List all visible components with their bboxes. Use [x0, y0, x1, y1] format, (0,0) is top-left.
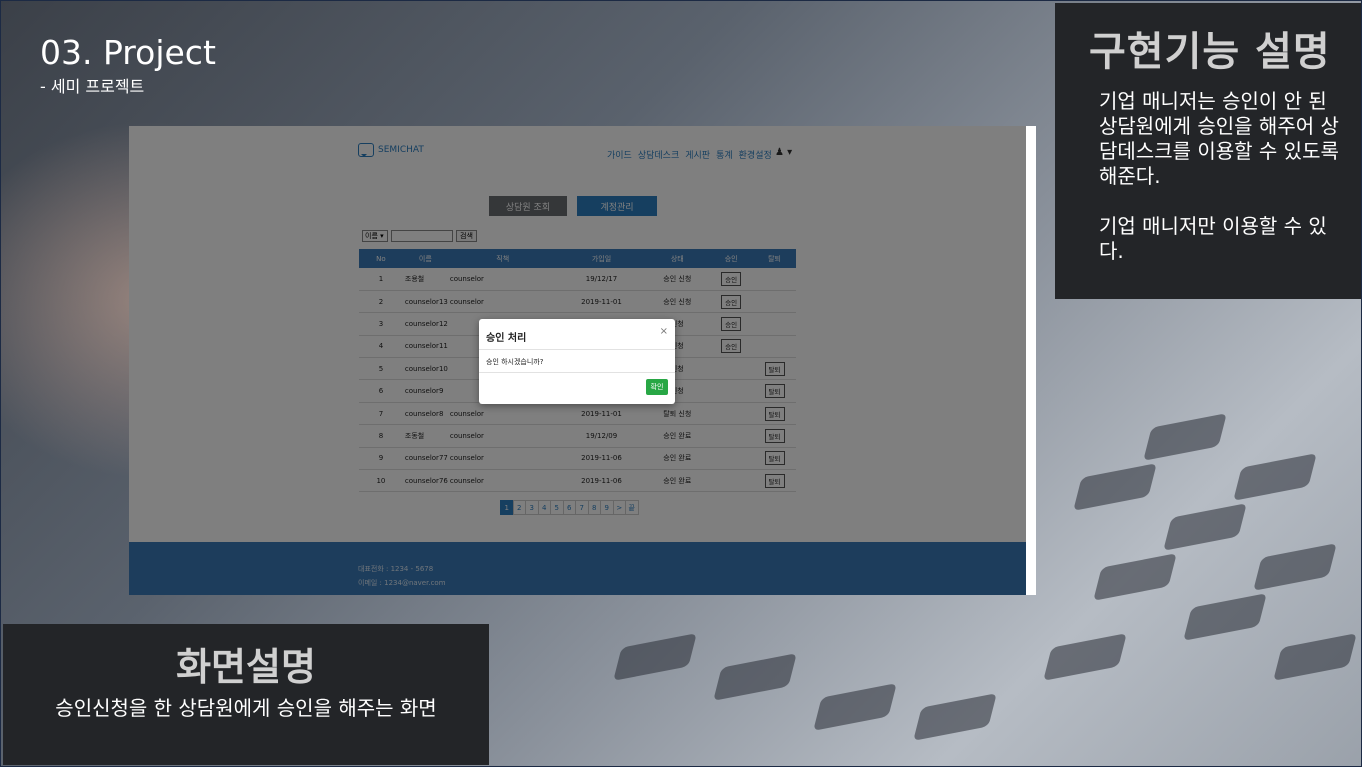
- modal-message: 승인 하시겠습니까?: [486, 358, 544, 366]
- modal-divider: [479, 349, 675, 350]
- slide-title-block: 03. Project - 세미 프로젝트: [40, 34, 216, 97]
- slide-subtitle: - 세미 프로젝트: [40, 77, 145, 96]
- feature-heading: 구현기능 설명: [1089, 29, 1331, 75]
- modal-title: 승인 처리: [486, 333, 527, 344]
- feature-paragraph-1: 기업 매니저는 승인이 안 된 상담원에게 승인을 해주어 상담데스크를 이용할…: [1099, 89, 1339, 188]
- slide-title: 03. Project: [40, 33, 216, 72]
- screen-description: 승인신청을 한 상담원에게 승인을 해주는 화면: [55, 696, 437, 720]
- close-icon[interactable]: ×: [660, 326, 668, 337]
- feature-paragraph-2: 기업 매니저만 이용할 수 있다.: [1099, 214, 1327, 263]
- screen-heading: 화면설명: [176, 645, 316, 689]
- approval-modal: 승인 처리 × 승인 하시겠습니까? 확인: [479, 319, 675, 404]
- screenshot-right-edge: [1026, 126, 1036, 595]
- feature-body: 기업 매니저는 승인이 안 된 상담원에게 승인을 해주어 상담데스크를 이용할…: [1099, 89, 1349, 264]
- app-screenshot: SEMICHAT 가이드 상담데스크 게시판 통계 환경설정 ♟ ▾ 상담원 조…: [129, 126, 1036, 595]
- confirm-button[interactable]: 확인: [646, 379, 668, 395]
- screen-description-panel: 화면설명 승인신청을 한 상담원에게 승인을 해주는 화면: [3, 624, 489, 765]
- modal-divider: [479, 372, 675, 373]
- feature-description-panel: 구현기능 설명 기업 매니저는 승인이 안 된 상담원에게 승인을 해주어 상담…: [1055, 3, 1361, 299]
